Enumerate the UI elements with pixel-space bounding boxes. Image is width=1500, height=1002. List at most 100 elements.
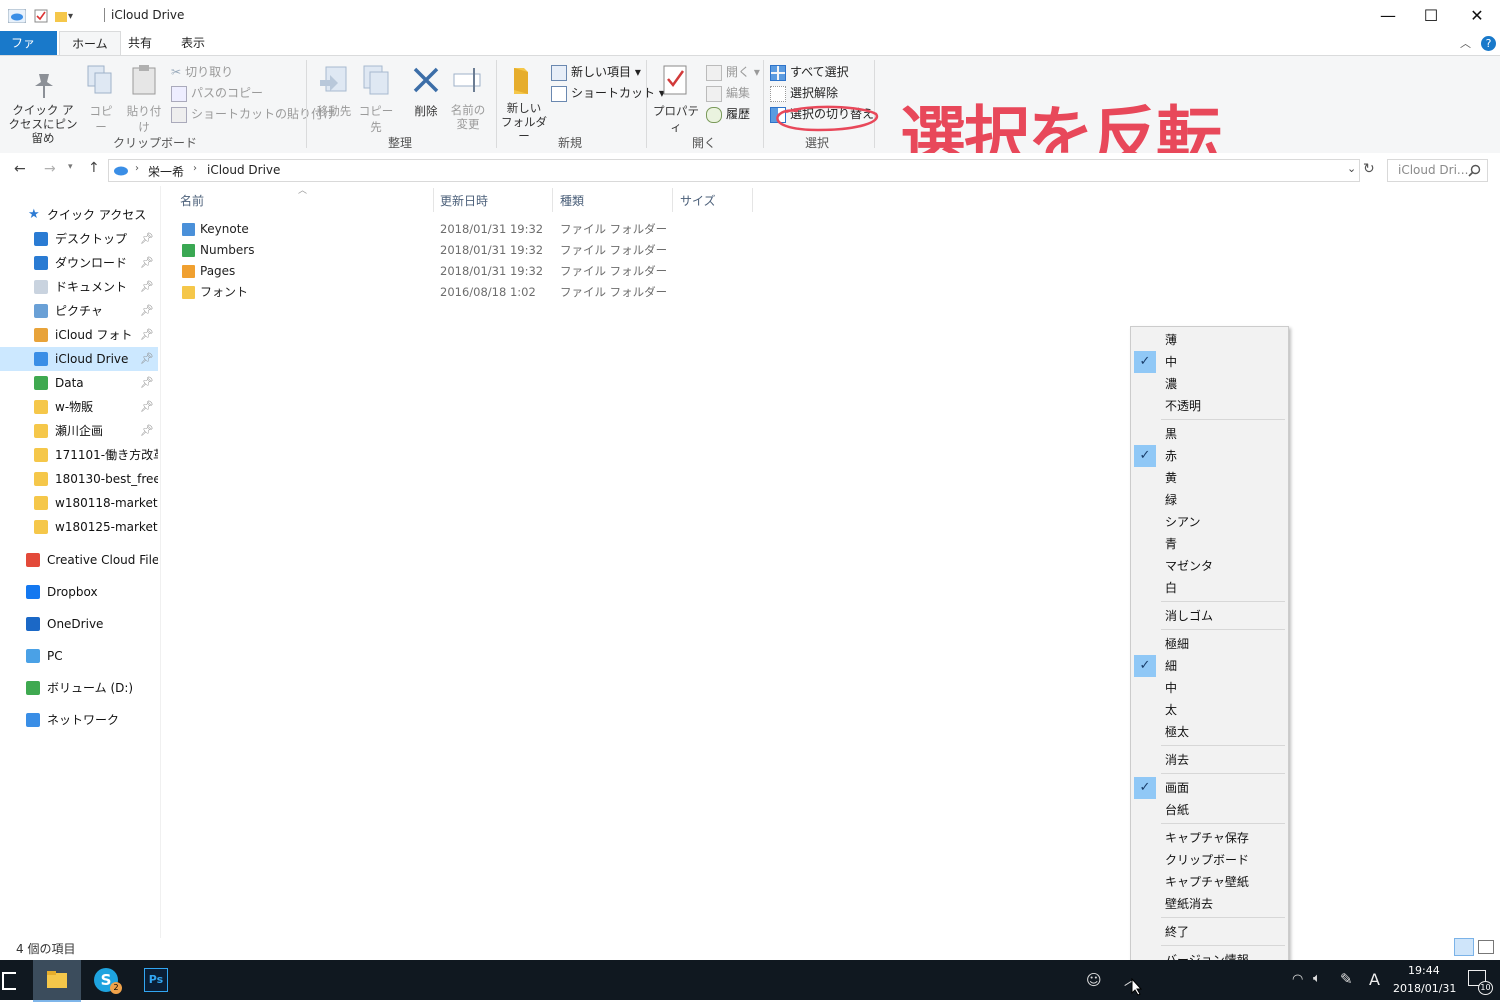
nav-item[interactable]: OneDrive — [0, 612, 158, 636]
column-header-size[interactable]: サイズ — [680, 192, 716, 209]
menu-item[interactable]: 青 — [1131, 533, 1288, 555]
large-icons-view-button[interactable] — [1478, 940, 1494, 954]
move-to-button[interactable]: 移動先 — [314, 64, 354, 119]
rename-button[interactable]: 名前の 変更 — [446, 64, 490, 131]
easy-access-button[interactable]: ショートカット ▾ — [551, 83, 665, 104]
menu-item[interactable]: 壁紙消去 — [1131, 893, 1288, 915]
nav-item[interactable]: PC — [0, 644, 158, 668]
tab-view[interactable]: 表示 — [169, 31, 217, 55]
help-icon[interactable]: ? — [1481, 36, 1496, 51]
nav-item[interactable]: w180125-marketing — [0, 515, 158, 539]
column-header-date[interactable]: 更新日時 — [440, 192, 488, 209]
menu-item[interactable]: キャプチャ壁紙 — [1131, 871, 1288, 893]
nav-item[interactable]: ネットワーク — [0, 708, 158, 732]
properties-button[interactable]: プロパティ — [652, 64, 700, 135]
menu-item[interactable]: 黒 — [1131, 423, 1288, 445]
copy-path-button[interactable]: パスのコピー — [171, 83, 335, 104]
pin-icon[interactable]: 📌︎ — [140, 347, 154, 371]
clock-date[interactable]: 2018/01/31 — [1393, 982, 1456, 995]
pin-icon[interactable]: 📌︎ — [140, 299, 154, 323]
customize-qat-icon[interactable]: ▾ — [68, 11, 74, 22]
nav-item[interactable]: ダウンロード 📌︎ — [0, 251, 158, 275]
menu-item[interactable]: 台紙 — [1131, 799, 1288, 821]
pin-icon[interactable]: 📌︎ — [140, 419, 154, 443]
pin-icon[interactable]: 📌︎ — [140, 227, 154, 251]
pen-icon[interactable]: ✎ — [1340, 970, 1353, 988]
skype-taskbar-button[interactable]: S 2 — [82, 960, 130, 1000]
clock-time[interactable]: 19:44 — [1408, 964, 1440, 977]
people-icon[interactable]: ☺ — [1086, 971, 1102, 989]
menu-item[interactable]: ✓ 画面 — [1131, 777, 1288, 799]
select-all-button[interactable]: すべて選択 — [770, 62, 874, 83]
menu-item[interactable]: 中 — [1131, 677, 1288, 699]
menu-item[interactable]: 消しゴム — [1131, 605, 1288, 627]
open-button[interactable]: 開く ▾ — [706, 62, 760, 83]
column-header-type[interactable]: 種類 — [560, 192, 584, 209]
menu-item[interactable]: 薄 — [1131, 329, 1288, 351]
refresh-icon[interactable]: ↻ — [1363, 161, 1375, 177]
paste-shortcut-button[interactable]: ショートカットの貼り付け — [171, 104, 335, 125]
menu-item[interactable]: 極太 — [1131, 721, 1288, 743]
wifi-icon[interactable]: ◠ — [1292, 972, 1303, 987]
pin-icon[interactable]: 📌︎ — [140, 251, 154, 275]
nav-item[interactable]: ドキュメント 📌︎ — [0, 275, 158, 299]
nav-item[interactable]: Creative Cloud Files — [0, 548, 158, 572]
menu-item[interactable]: キャプチャ保存 — [1131, 827, 1288, 849]
new-folder-icon[interactable] — [54, 9, 68, 23]
new-folder-button[interactable]: 新しい フォルダー — [500, 64, 548, 143]
menu-item[interactable]: クリップボード — [1131, 849, 1288, 871]
nav-item[interactable]: ボリューム (D:) — [0, 676, 158, 700]
new-item-button[interactable]: 新しい項目 ▾ — [551, 62, 665, 83]
maximize-button[interactable]: ☐ — [1408, 0, 1454, 31]
tab-home[interactable]: ホーム — [59, 31, 121, 55]
recent-locations-icon[interactable]: ▾ — [68, 162, 73, 172]
edit-button[interactable]: 編集 — [706, 83, 760, 104]
pin-icon[interactable]: 📌︎ — [140, 395, 154, 419]
minimize-button[interactable]: — — [1365, 0, 1411, 31]
nav-item[interactable]: iCloud Drive 📌︎ — [0, 347, 158, 371]
address-field[interactable]: › 栄一希 › iCloud Drive ⌄ — [108, 159, 1360, 182]
pin-icon[interactable]: 📌︎ — [140, 371, 154, 395]
file-row[interactable]: Numbers 2018/01/31 19:32 ファイル フォルダー — [176, 240, 676, 261]
menu-item[interactable]: 白 — [1131, 577, 1288, 599]
file-row[interactable]: フォント 2016/08/18 1:02 ファイル フォルダー — [176, 282, 676, 303]
address-dropdown-icon[interactable]: ⌄ — [1347, 162, 1356, 175]
menu-item[interactable]: マゼンタ — [1131, 555, 1288, 577]
nav-quick-access[interactable]: ★ クイック アクセス — [0, 203, 158, 227]
up-button[interactable]: ↑ — [88, 160, 100, 176]
paste-button[interactable]: 貼り付け — [122, 64, 166, 135]
nav-item[interactable]: 180130-best_free_ca — [0, 467, 158, 491]
nav-item[interactable]: iCloud フォト 📌︎ — [0, 323, 158, 347]
menu-item[interactable]: ✓ 細 — [1131, 655, 1288, 677]
volume-icon[interactable]: 🔈︎ — [1313, 971, 1321, 986]
copy-to-button[interactable]: コピー先 — [356, 64, 396, 135]
nav-item[interactable]: 瀬川企画 📌︎ — [0, 419, 158, 443]
tab-share[interactable]: 共有 — [116, 31, 164, 55]
pin-icon[interactable]: 📌︎ — [140, 275, 154, 299]
nav-item[interactable]: ピクチャ 📌︎ — [0, 299, 158, 323]
cut-button[interactable]: ✂ 切り取り — [171, 62, 335, 83]
nav-item[interactable]: デスクトップ 📌︎ — [0, 227, 158, 251]
details-view-button[interactable] — [1454, 938, 1474, 956]
menu-item[interactable]: 消去 — [1131, 749, 1288, 771]
pin-quick-access-button[interactable]: クイック アクセスにピン留め — [8, 68, 78, 145]
breadcrumb-user[interactable]: 栄一希 — [148, 163, 184, 180]
forward-button[interactable]: → — [44, 161, 56, 177]
copy-button[interactable]: コピー — [84, 64, 118, 135]
search-input[interactable]: iCloud Dri... — [1387, 159, 1488, 182]
file-row[interactable]: Keynote 2018/01/31 19:32 ファイル フォルダー — [176, 219, 676, 240]
file-row[interactable]: Pages 2018/01/31 19:32 ファイル フォルダー — [176, 261, 676, 282]
nav-item[interactable]: Data 📌︎ — [0, 371, 158, 395]
nav-item[interactable]: Dropbox — [0, 580, 158, 604]
photoshop-taskbar-button[interactable]: Ps — [131, 960, 179, 1000]
breadcrumb-icloud-drive[interactable]: iCloud Drive — [207, 163, 280, 177]
menu-item[interactable]: 濃 — [1131, 373, 1288, 395]
history-button[interactable]: 履歴 — [706, 104, 760, 125]
menu-item[interactable]: 不透明 — [1131, 395, 1288, 417]
delete-button[interactable]: 削除 — [406, 64, 446, 119]
pin-icon[interactable]: 📌︎ — [140, 323, 154, 347]
close-button[interactable]: ✕ — [1454, 0, 1500, 31]
properties-icon[interactable] — [34, 9, 48, 23]
tab-file[interactable]: ファイル — [0, 31, 57, 74]
menu-item[interactable]: ✓ 赤 — [1131, 445, 1288, 467]
